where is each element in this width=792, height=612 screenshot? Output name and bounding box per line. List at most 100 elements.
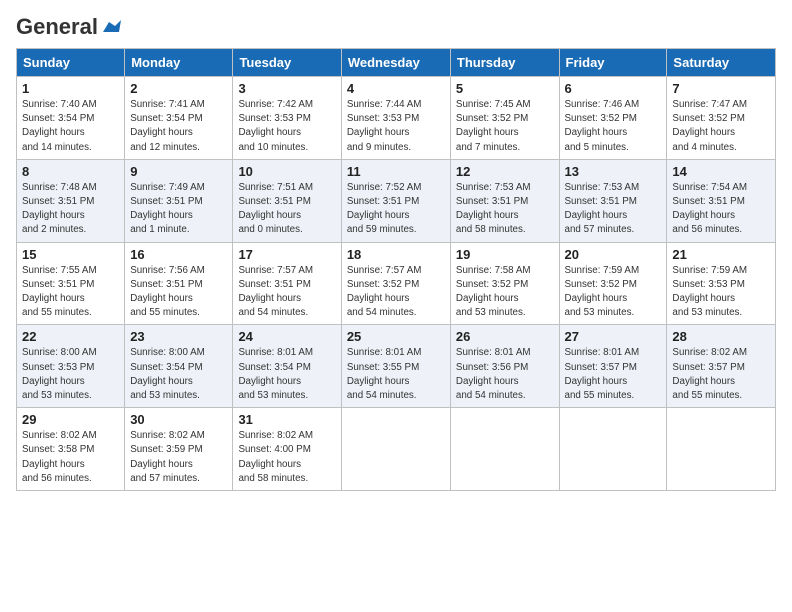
day-info: Sunrise: 7:41 AMSunset: 3:54 PMDaylight … [130,99,205,153]
day-info: Sunrise: 8:01 AMSunset: 3:56 PMDaylight … [456,347,531,401]
day-number: 9 [130,164,227,179]
day-info: Sunrise: 8:02 AMSunset: 3:57 PMDaylight … [672,347,747,401]
calendar-cell: 8 Sunrise: 7:48 AMSunset: 3:51 PMDaylight… [17,159,125,242]
calendar-cell: 5Sunrise: 7:45 AMSunset: 3:52 PMDaylight… [450,77,559,160]
day-info: Sunrise: 7:42 AMSunset: 3:53 PMDaylight … [238,99,313,153]
calendar-week-row: 29Sunrise: 8:02 AMSunset: 3:58 PMDayligh… [17,408,776,491]
calendar-cell: 28 Sunrise: 8:02 AMSunset: 3:57 PMDayligh… [667,325,776,408]
weekday-header-thursday: Thursday [450,49,559,77]
calendar-cell: 14 Sunrise: 7:54 AMSunset: 3:51 PMDayligh… [667,159,776,242]
day-number: 31 [238,412,335,427]
calendar-cell: 27 Sunrise: 8:01 AMSunset: 3:57 PMDayligh… [559,325,667,408]
day-number: 25 [347,329,445,344]
calendar-cell: 21 Sunrise: 7:59 AMSunset: 3:53 PMDayligh… [667,242,776,325]
logo: General [16,16,121,40]
day-info: Sunrise: 7:46 AMSunset: 3:52 PMDaylight … [565,99,640,153]
calendar-cell: 6 Sunrise: 7:46 AMSunset: 3:52 PMDaylight… [559,77,667,160]
day-number: 22 [22,329,119,344]
calendar-week-row: 8 Sunrise: 7:48 AMSunset: 3:51 PMDaylight… [17,159,776,242]
day-number: 1 [22,81,119,96]
day-info: Sunrise: 7:40 AMSunset: 3:54 PMDaylight … [22,99,97,153]
day-number: 10 [238,164,335,179]
day-number: 20 [565,247,662,262]
day-number: 15 [22,247,119,262]
calendar-cell: 17Sunrise: 7:57 AMSunset: 3:51 PMDayligh… [233,242,341,325]
day-info: Sunrise: 7:59 AMSunset: 3:52 PMDaylight … [565,265,640,319]
day-info: Sunrise: 7:58 AMSunset: 3:52 PMDaylight … [456,265,531,319]
calendar-cell: 24 Sunrise: 8:01 AMSunset: 3:54 PMDayligh… [233,325,341,408]
calendar-cell: 26 Sunrise: 8:01 AMSunset: 3:56 PMDayligh… [450,325,559,408]
day-number: 30 [130,412,227,427]
day-info: Sunrise: 8:02 AMSunset: 4:00 PMDaylight … [238,430,313,484]
page-header: General [16,16,776,40]
day-info: Sunrise: 7:52 AMSunset: 3:51 PMDaylight … [347,182,422,236]
day-info: Sunrise: 7:44 AMSunset: 3:53 PMDaylight … [347,99,422,153]
calendar-week-row: 15 Sunrise: 7:55 AMSunset: 3:51 PMDayligh… [17,242,776,325]
day-number: 6 [565,81,662,96]
calendar-cell: 13 Sunrise: 7:53 AMSunset: 3:51 PMDayligh… [559,159,667,242]
calendar-cell: 22 Sunrise: 8:00 AMSunset: 3:53 PMDayligh… [17,325,125,408]
weekday-header-wednesday: Wednesday [341,49,450,77]
day-info: Sunrise: 8:01 AMSunset: 3:57 PMDaylight … [565,347,640,401]
calendar-cell: 18Sunrise: 7:57 AMSunset: 3:52 PMDayligh… [341,242,450,325]
day-number: 11 [347,164,445,179]
calendar-cell [559,408,667,491]
day-number: 26 [456,329,554,344]
day-number: 8 [22,164,119,179]
day-info: Sunrise: 7:54 AMSunset: 3:51 PMDaylight … [672,182,747,236]
calendar-cell: 3Sunrise: 7:42 AMSunset: 3:53 PMDaylight… [233,77,341,160]
calendar-cell: 2 Sunrise: 7:41 AMSunset: 3:54 PMDaylight… [125,77,233,160]
calendar-cell: 1 Sunrise: 7:40 AMSunset: 3:54 PMDaylight… [17,77,125,160]
day-info: Sunrise: 7:49 AMSunset: 3:51 PMDaylight … [130,182,205,236]
calendar-week-row: 22 Sunrise: 8:00 AMSunset: 3:53 PMDayligh… [17,325,776,408]
calendar-cell: 19 Sunrise: 7:58 AMSunset: 3:52 PMDayligh… [450,242,559,325]
day-number: 2 [130,81,227,96]
day-info: Sunrise: 7:57 AMSunset: 3:52 PMDaylight … [347,265,422,319]
calendar-week-row: 1 Sunrise: 7:40 AMSunset: 3:54 PMDaylight… [17,77,776,160]
calendar-header-row: SundayMondayTuesdayWednesdayThursdayFrid… [17,49,776,77]
day-number: 27 [565,329,662,344]
calendar-cell: 30Sunrise: 8:02 AMSunset: 3:59 PMDayligh… [125,408,233,491]
day-info: Sunrise: 7:56 AMSunset: 3:51 PMDaylight … [130,265,205,319]
weekday-header-sunday: Sunday [17,49,125,77]
day-number: 24 [238,329,335,344]
day-info: Sunrise: 8:00 AMSunset: 3:53 PMDaylight … [22,347,97,401]
calendar-cell: 23Sunrise: 8:00 AMSunset: 3:54 PMDayligh… [125,325,233,408]
weekday-header-friday: Friday [559,49,667,77]
calendar-cell: 16 Sunrise: 7:56 AMSunset: 3:51 PMDayligh… [125,242,233,325]
day-number: 17 [238,247,335,262]
calendar-table: SundayMondayTuesdayWednesdayThursdayFrid… [16,48,776,491]
day-number: 23 [130,329,227,344]
day-number: 21 [672,247,770,262]
logo-bird-icon [99,18,121,36]
calendar-cell: 12Sunrise: 7:53 AMSunset: 3:51 PMDayligh… [450,159,559,242]
day-number: 13 [565,164,662,179]
day-number: 14 [672,164,770,179]
calendar-cell: 20 Sunrise: 7:59 AMSunset: 3:52 PMDayligh… [559,242,667,325]
day-number: 19 [456,247,554,262]
day-number: 16 [130,247,227,262]
calendar-cell: 29Sunrise: 8:02 AMSunset: 3:58 PMDayligh… [17,408,125,491]
day-info: Sunrise: 7:51 AMSunset: 3:51 PMDaylight … [238,182,313,236]
day-info: Sunrise: 7:55 AMSunset: 3:51 PMDaylight … [22,265,97,319]
day-number: 12 [456,164,554,179]
calendar-cell: 11 Sunrise: 7:52 AMSunset: 3:51 PMDayligh… [341,159,450,242]
day-number: 29 [22,412,119,427]
calendar-cell: 10 Sunrise: 7:51 AMSunset: 3:51 PMDayligh… [233,159,341,242]
day-number: 7 [672,81,770,96]
calendar-cell: 9 Sunrise: 7:49 AMSunset: 3:51 PMDaylight… [125,159,233,242]
weekday-header-saturday: Saturday [667,49,776,77]
weekday-header-tuesday: Tuesday [233,49,341,77]
day-number: 4 [347,81,445,96]
day-info: Sunrise: 7:59 AMSunset: 3:53 PMDaylight … [672,265,747,319]
day-number: 5 [456,81,554,96]
day-info: Sunrise: 8:01 AMSunset: 3:55 PMDaylight … [347,347,422,401]
day-number: 28 [672,329,770,344]
day-info: Sunrise: 7:53 AMSunset: 3:51 PMDaylight … [565,182,640,236]
calendar-cell: 25 Sunrise: 8:01 AMSunset: 3:55 PMDayligh… [341,325,450,408]
day-info: Sunrise: 8:01 AMSunset: 3:54 PMDaylight … [238,347,313,401]
day-info: Sunrise: 7:47 AMSunset: 3:52 PMDaylight … [672,99,747,153]
calendar-cell: 31 Sunrise: 8:02 AMSunset: 4:00 PMDayligh… [233,408,341,491]
calendar-cell [341,408,450,491]
day-info: Sunrise: 7:48 AMSunset: 3:51 PMDaylight … [22,182,97,236]
